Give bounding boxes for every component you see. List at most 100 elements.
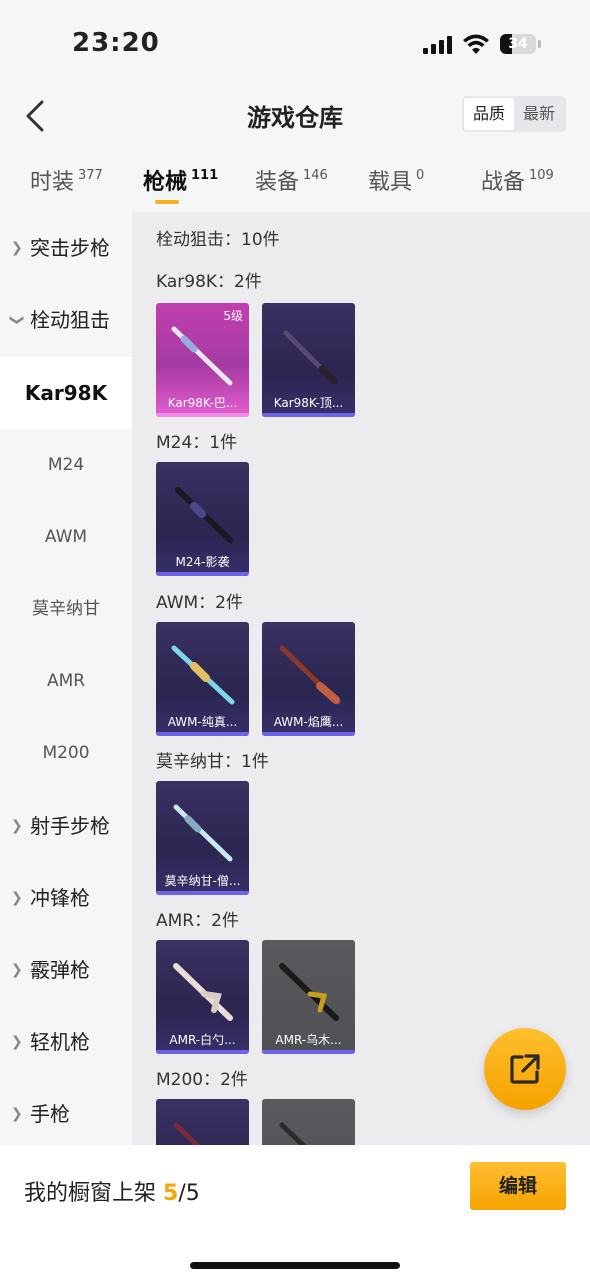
shelf-count: 5 <box>163 1181 179 1206</box>
section-title: AMR：2件 <box>156 911 239 931</box>
wifi-icon <box>463 34 489 54</box>
sidebar-item-label: 手枪 <box>30 1102 70 1126</box>
sidebar-sub-kar98k[interactable]: Kar98K <box>0 357 132 429</box>
shelf-status: 我的橱窗上架 5/5 <box>24 1175 200 1207</box>
shelf-total: /5 <box>178 1181 200 1206</box>
rarity-bar <box>262 1050 355 1054</box>
tab-label: 载具 <box>368 170 413 195</box>
weapon-card[interactable] <box>262 1099 355 1145</box>
sidebar-item-lmg[interactable]: ❯ 轻机枪 <box>0 1006 132 1078</box>
tab-fashion[interactable]: 时装 377 <box>30 164 103 196</box>
category-header: 栓动狙击：10件 <box>156 230 280 250</box>
chevron-right-icon: ❯ <box>11 962 23 978</box>
cellular-signal-icon <box>423 36 453 54</box>
sidebar-sub-amr[interactable]: AMR <box>0 645 132 717</box>
rarity-bar <box>156 572 249 576</box>
status-time: 23:20 <box>72 28 160 58</box>
tab-label: 装备 <box>255 170 300 195</box>
sort-toggle: 品质 最新 <box>462 96 566 132</box>
weapon-list: 栓动狙击：10件 Kar98K：2件 5级 Kar98K-巴... Kar98K… <box>132 212 590 1145</box>
edit-button[interactable]: 编辑 <box>470 1162 566 1210</box>
sidebar-item-label: 突击步枪 <box>30 236 110 260</box>
sidebar-item-pistol[interactable]: ❯ 手枪 <box>0 1078 132 1150</box>
sidebar-item-label: 霰弹枪 <box>30 958 90 982</box>
rifle-icon <box>171 645 235 705</box>
sidebar-item-smg[interactable]: ❯ 冲锋枪 <box>0 862 132 934</box>
rifle-icon <box>173 1122 201 1145</box>
sidebar-sub-mosin[interactable]: 莫辛纳甘 <box>0 573 132 645</box>
rifle-icon <box>173 963 233 1021</box>
sidebar-item-shotgun[interactable]: ❯ 霰弹枪 <box>0 934 132 1006</box>
home-indicator[interactable] <box>190 1262 400 1269</box>
sidebar-sub-awm[interactable]: AWM <box>0 501 132 573</box>
section-title: M200：2件 <box>156 1070 248 1090</box>
weapon-name: M24-影袭 <box>175 555 230 569</box>
sidebar-sub-m200[interactable]: M200 <box>0 717 132 789</box>
sort-newest-button[interactable]: 最新 <box>514 98 564 130</box>
rifle-icon <box>175 487 233 543</box>
active-tab-indicator <box>155 200 179 204</box>
sidebar-item-label: 射手步枪 <box>30 814 110 838</box>
weapon-card[interactable]: 5级 Kar98K-巴... <box>156 303 249 417</box>
section-title: M24：1件 <box>156 433 238 453</box>
rifle-icon <box>279 645 341 705</box>
weapon-name: Kar98K-巴... <box>167 396 238 410</box>
battery-tip <box>538 40 541 48</box>
rarity-bar <box>156 732 249 736</box>
rarity-bar <box>156 891 249 895</box>
weapon-name: 莫辛纳甘-僧... <box>164 874 241 888</box>
category-tabs: 时装 377 枪械 111 装备 146 载具 0 战备 109 <box>0 150 590 212</box>
section-title: Kar98K：2件 <box>156 272 262 292</box>
tab-vehicles[interactable]: 载具 0 <box>368 164 424 196</box>
tab-label: 枪械 <box>143 170 188 195</box>
sidebar-sub-m24[interactable]: M24 <box>0 429 132 501</box>
weapon-card[interactable] <box>156 1099 249 1145</box>
sidebar-item-label: 冲锋枪 <box>30 886 90 910</box>
battery-icon: 34 <box>500 34 536 54</box>
weapon-name: Kar98K-顶... <box>273 396 344 410</box>
tab-supplies[interactable]: 战备 109 <box>481 164 554 196</box>
weapon-card[interactable]: Kar98K-顶... <box>262 303 355 417</box>
weapon-name: AWM-纯真... <box>167 715 238 729</box>
weapon-name: AWM-焰鹰... <box>273 715 344 729</box>
rarity-bar <box>156 413 249 417</box>
weapon-card[interactable]: AMR-白勺... <box>156 940 249 1054</box>
rifle-icon <box>279 1122 307 1145</box>
chevron-right-icon: ❯ <box>11 818 23 834</box>
rarity-bar <box>262 413 355 417</box>
share-external-icon <box>510 1054 540 1084</box>
shelf-label: 我的橱窗上架 <box>24 1181 157 1206</box>
rifle-icon <box>283 330 338 385</box>
battery-percent: 34 <box>508 36 528 52</box>
rarity-bar <box>156 1050 249 1054</box>
tab-count: 377 <box>78 168 103 183</box>
weapon-name: AMR-乌木... <box>275 1033 342 1047</box>
nav-bar: 游戏仓库 品质 最新 <box>0 90 590 150</box>
tab-label: 战备 <box>481 170 526 195</box>
share-button[interactable] <box>484 1028 566 1110</box>
weapon-card[interactable]: M24-影袭 <box>156 462 249 576</box>
weapon-type-sidebar: ❯ 突击步枪 ❯ 栓动狙击 Kar98K M24 AWM 莫辛纳甘 AMR M200… <box>0 212 132 1145</box>
chevron-right-icon: ❯ <box>11 1034 23 1050</box>
weapon-name: AMR-白勺... <box>169 1033 236 1047</box>
sidebar-item-dmr[interactable]: ❯ 射手步枪 <box>0 790 132 862</box>
weapon-card[interactable]: AMR-乌木... <box>262 940 355 1054</box>
tab-count: 146 <box>303 168 328 183</box>
tab-guns[interactable]: 枪械 111 <box>143 164 218 196</box>
chevron-right-icon: ❯ <box>11 1106 23 1122</box>
status-bar: 23:20 34 <box>0 0 590 90</box>
tab-count: 109 <box>529 168 554 183</box>
sidebar-item-label: 栓动狙击 <box>30 308 110 332</box>
weapon-card[interactable]: AWM-纯真... <box>156 622 249 736</box>
sidebar-item-bolt-sniper[interactable]: ❯ 栓动狙击 <box>0 284 132 356</box>
rarity-bar <box>262 732 355 736</box>
section-title: 莫辛纳甘：1件 <box>156 752 269 772</box>
weapon-card[interactable]: AWM-焰鹰... <box>262 622 355 736</box>
tab-label: 时装 <box>30 170 75 195</box>
rifle-icon <box>171 326 233 386</box>
weapon-card[interactable]: 莫辛纳甘-僧... <box>156 781 249 895</box>
sort-quality-button[interactable]: 品质 <box>464 98 514 130</box>
tab-equipment[interactable]: 装备 146 <box>255 164 328 196</box>
chevron-right-icon: ❯ <box>11 890 23 906</box>
sidebar-item-assault-rifle[interactable]: ❯ 突击步枪 <box>0 212 132 284</box>
